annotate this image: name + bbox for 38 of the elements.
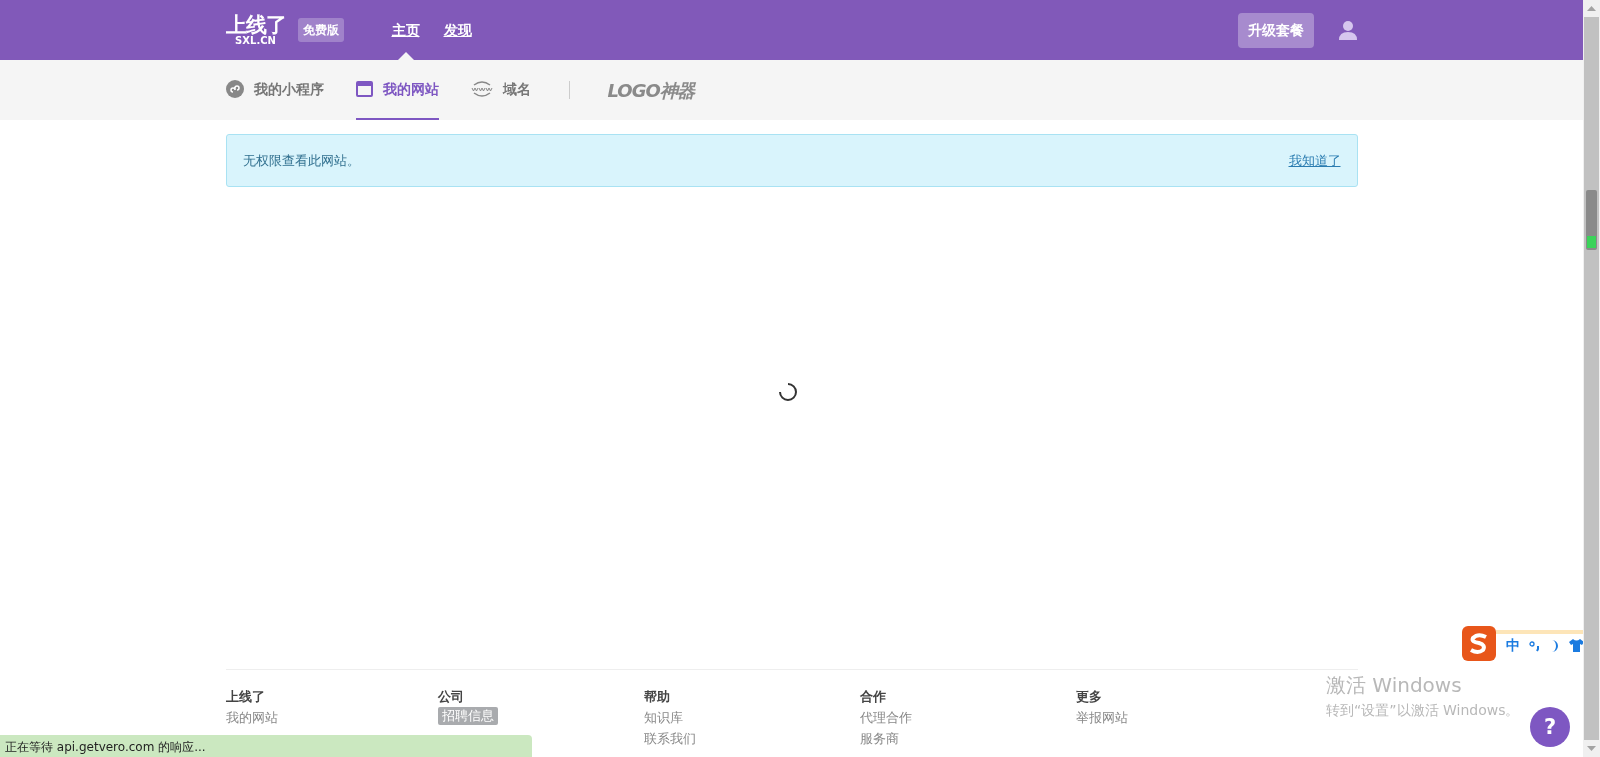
footer-link[interactable]: 我的网站	[225, 707, 278, 728]
logo-tool-link[interactable]: LOGO神器	[607, 76, 694, 104]
shirt-icon[interactable]	[1569, 639, 1583, 652]
footer-heading: 合作	[859, 688, 886, 706]
logo-text[interactable]: 上线了	[225, 14, 286, 36]
footer-link[interactable]: 联系我们	[643, 728, 696, 749]
subnav-tab[interactable]: 我的网站	[382, 78, 439, 100]
link-icon	[225, 80, 244, 98]
ime-logo-icon[interactable]	[1462, 626, 1496, 661]
subnav-tab[interactable]: 我的小程序	[253, 78, 324, 100]
footer-heading: 公司	[437, 688, 464, 706]
www-icon	[470, 81, 493, 97]
footer-heading: 上线了	[225, 688, 265, 706]
footer-heading: 帮助	[643, 688, 670, 706]
help-button[interactable]: ?	[1530, 707, 1570, 747]
footer-link[interactable]: 举报网站	[1075, 707, 1128, 728]
logo-domain: SXL.CN	[234, 36, 277, 46]
punctuation-icon[interactable]	[1529, 639, 1541, 652]
alert-message: 无权限查看此网站。	[242, 151, 360, 170]
footer-link[interactable]: 服务商	[859, 728, 899, 749]
status-bar: 正在等待 api.getvero.com 的响应...	[0, 735, 532, 757]
upgrade-button[interactable]: 升级套餐	[1237, 12, 1314, 48]
nav-tab[interactable]: 主页	[391, 0, 420, 60]
dismiss-link[interactable]: 我知道了	[1288, 150, 1341, 171]
nav-tab[interactable]: 发现	[443, 0, 472, 60]
ime-mode-toggle[interactable]: 中	[1506, 635, 1520, 656]
scrollbar[interactable]	[1583, 0, 1600, 757]
footer-link[interactable]: 招聘信息	[437, 707, 498, 725]
plan-badge: 免费版	[297, 18, 344, 42]
browser-window-icon	[355, 81, 373, 97]
loading-spinner	[778, 382, 798, 402]
subnav-tab[interactable]: 域名	[502, 78, 531, 100]
footer-link[interactable]: 知识库	[643, 707, 683, 728]
footer-link[interactable]: 代理合作	[859, 707, 912, 728]
activation-title: 激活 Windows	[1326, 672, 1463, 699]
activation-message: 转到“设置”以激活 Windows。	[1326, 701, 1520, 720]
footer-heading: 更多	[1075, 688, 1102, 706]
user-icon[interactable]	[1337, 20, 1358, 40]
